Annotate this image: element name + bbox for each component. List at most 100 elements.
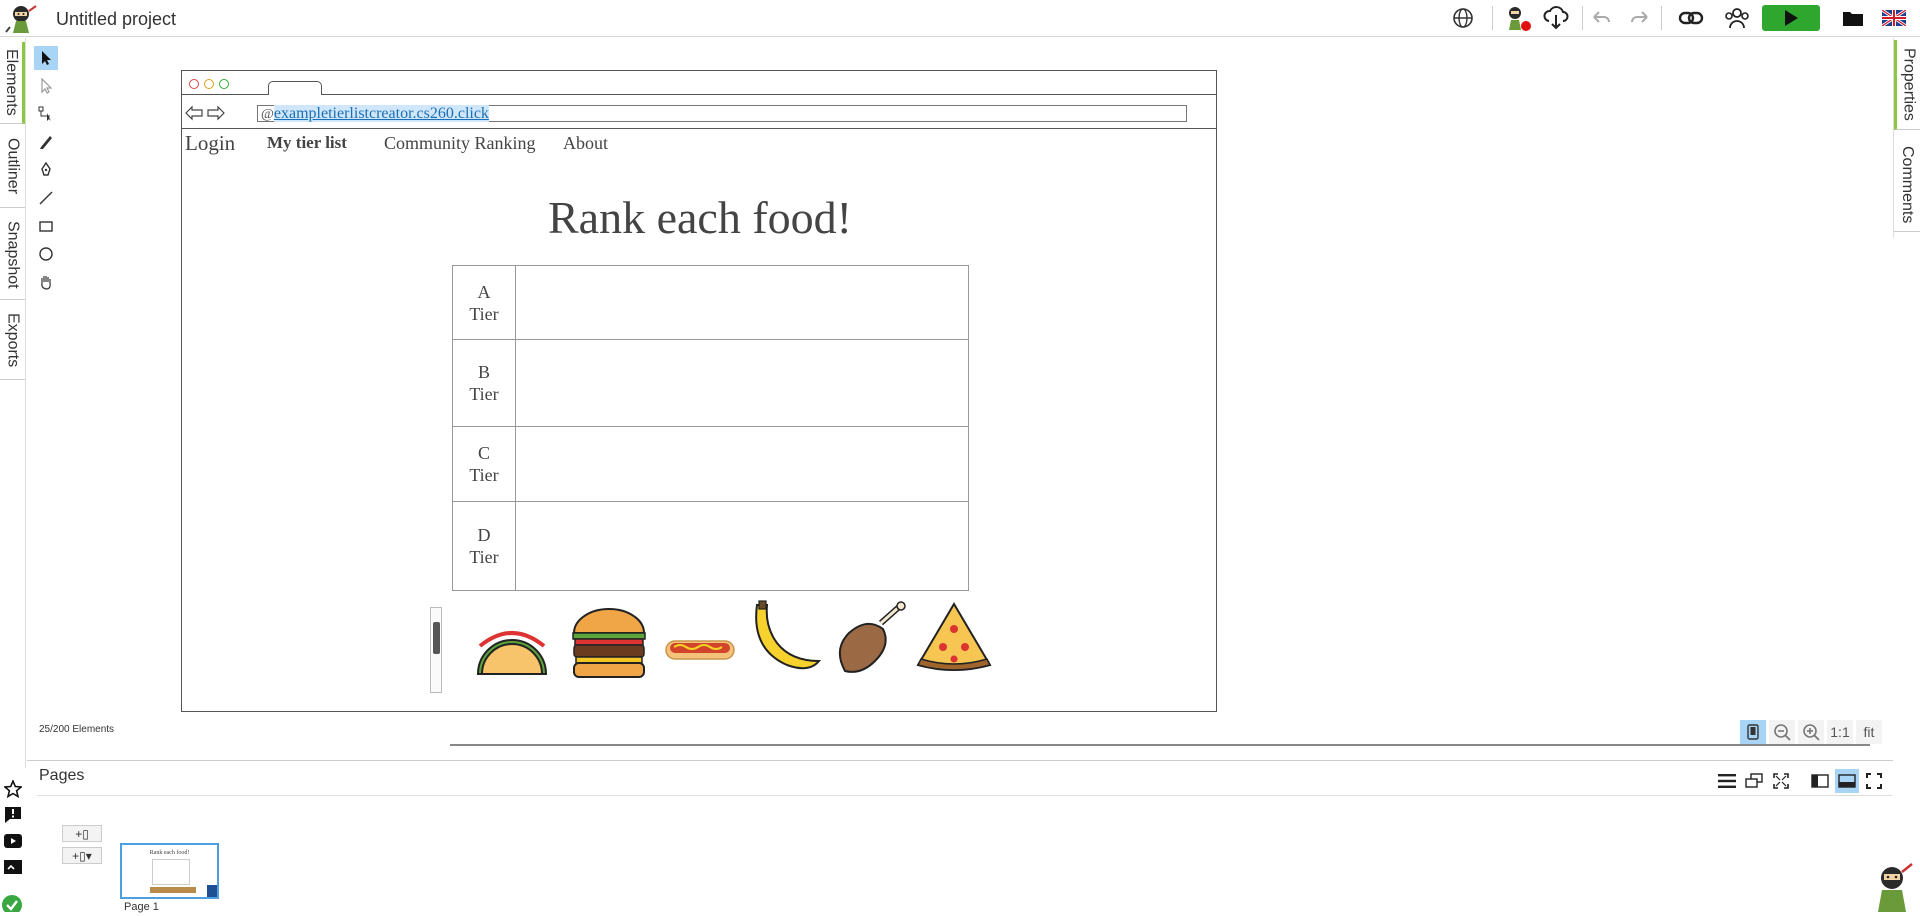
sync-check-icon [0,893,24,915]
hand-tool-icon[interactable] [34,270,58,294]
tier-table: A Tier B Tier C Tier D Tier [452,265,969,591]
nav-my-tier-list[interactable]: My tier list [267,133,347,153]
drawing-tools [34,46,60,298]
page-thumbnail[interactable]: Rank each food! [120,843,219,899]
tab-properties[interactable]: Properties [1894,40,1920,130]
zoom-out-icon[interactable] [1769,720,1795,744]
zoom-in-icon[interactable] [1798,720,1824,744]
tier-dropzone[interactable] [516,266,968,339]
list-view-icon[interactable] [1715,769,1739,793]
pages-panel: Pages +▯ +▯▾ Rank each food! Page 1 [27,760,1893,913]
video-icon[interactable] [2,830,24,852]
tier-row-a: A Tier [453,266,968,340]
pencil-tool-icon[interactable] [34,130,58,154]
pen-tool-icon[interactable] [34,158,58,182]
url-prefix: @ [261,107,274,122]
nav-community-ranking[interactable]: Community Ranking [384,133,536,154]
feedback-icon[interactable] [2,804,24,826]
tier-row-d: D Tier [453,502,968,590]
path-edit-tool-icon[interactable] [34,102,58,126]
tier-dropzone[interactable] [516,427,968,501]
thumb-heading: Rank each food! [149,850,190,856]
food-scrollbar[interactable] [430,607,442,693]
maximize-dot-icon [219,79,229,89]
expand-view-icon[interactable] [1769,769,1793,793]
collaborators-icon[interactable] [1722,4,1752,32]
tier-label: D Tier [453,502,516,590]
back-forward-icon [185,105,225,121]
folder-icon[interactable] [1840,4,1866,32]
elements-count: 25/200 Elements [39,724,115,735]
cascade-view-icon[interactable] [1742,769,1766,793]
flag-uk-icon[interactable] [1881,4,1907,32]
zoom-fit[interactable]: fit [1856,720,1882,744]
tier-row-c: C Tier [453,427,968,502]
tab-comments[interactable]: Comments [1894,138,1920,232]
burger-icon[interactable] [570,607,648,688]
page-heading: Rank each food! [548,192,852,243]
line-tool-icon[interactable] [34,186,58,210]
mock-urlbar: @exampletierlistcreator.cs260.click [182,95,1216,129]
toolbar-divider [1661,6,1662,30]
left-bottom-icons [2,778,24,882]
tier-dropzone[interactable] [516,502,968,590]
tab-elements[interactable]: Elements [0,42,25,124]
drumstick-icon[interactable] [833,601,913,680]
pages-title: Pages [39,767,85,784]
pizza-icon[interactable] [915,601,993,682]
tab-snapshot[interactable]: Snapshot [0,210,25,300]
nav-about[interactable]: About [563,133,608,154]
tier-label: A Tier [453,266,516,339]
toolbar-divider [1492,6,1493,30]
scroll-thumb[interactable] [433,622,440,654]
left-panel-toggle-icon[interactable] [1808,769,1832,793]
tier-label: C Tier [453,427,516,501]
top-bar: Untitled project [0,0,1920,37]
bottom-panel-toggle-icon[interactable] [1835,769,1859,793]
toolbar-divider [1582,6,1583,30]
thumb-table [152,859,190,885]
pointer-tool-icon[interactable] [34,46,58,70]
cloud-download-icon[interactable] [1542,4,1570,32]
redo-icon[interactable] [1627,4,1653,32]
direct-select-tool-icon[interactable] [34,74,58,98]
terminal-icon[interactable] [2,856,24,878]
ellipse-tool-icon[interactable] [34,242,58,266]
browser-mockup[interactable]: @exampletierlistcreator.cs260.click Logi… [181,70,1217,712]
page-caption[interactable]: Page 1 [124,901,159,913]
star-icon[interactable] [2,778,24,800]
mock-titlebar [182,71,1216,95]
undo-icon[interactable] [1588,4,1614,32]
tab-exports[interactable]: Exports [0,302,25,380]
banana-icon[interactable] [747,599,823,680]
right-panel-tabs: Properties Comments [1893,38,1920,238]
project-title[interactable]: Untitled project [56,9,176,30]
add-page-button[interactable]: +▯ [62,825,102,842]
ninja-assistant-icon[interactable] [1866,862,1916,917]
play-icon [1785,10,1798,26]
device-view-icon[interactable] [1740,720,1766,744]
thumb-badge-icon [207,885,217,897]
tier-row-b: B Tier [453,340,968,427]
mock-url-field[interactable]: @exampletierlistcreator.cs260.click [257,105,1187,122]
nav-login[interactable]: Login [185,131,235,156]
fullscreen-icon[interactable] [1862,769,1886,793]
pages-divider [37,795,1892,796]
add-page-menu-button[interactable]: +▯▾ [62,847,102,864]
tab-outliner[interactable]: Outliner [0,126,25,208]
ninja-logo-icon[interactable] [4,3,38,35]
tier-dropzone[interactable] [516,340,968,426]
mock-browser-tab [268,81,322,95]
link-icon[interactable] [1676,4,1706,32]
left-panel-tabs: Elements Outliner Snapshot Exports [0,38,26,768]
globe-icon[interactable] [1450,4,1476,32]
taco-icon[interactable] [472,616,552,683]
play-button[interactable] [1762,5,1820,31]
ninja-record-icon[interactable] [1502,4,1532,32]
thumb-foods [150,887,196,893]
hotdog-icon[interactable] [664,631,736,670]
rectangle-tool-icon[interactable] [34,214,58,238]
zoom-one-to-one[interactable]: 1:1 [1827,720,1853,744]
close-dot-icon [189,79,199,89]
url-text: exampletierlistcreator.cs260.click [273,105,489,122]
